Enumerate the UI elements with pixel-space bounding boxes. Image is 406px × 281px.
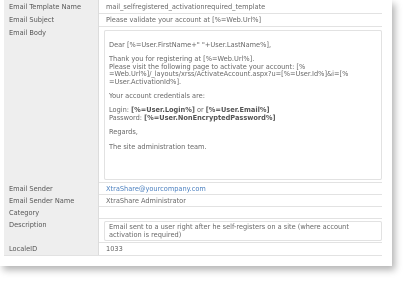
sender-email-link[interactable]: XtraShare@yourcompany.com	[103, 182, 382, 194]
template-name-value: mail_selfregistered_activationrequired_t…	[106, 3, 266, 11]
locale-value: 1033	[106, 245, 123, 253]
email-body-box: Dear [%=User.FirstName+" "+User.LastName…	[104, 30, 382, 180]
description-box: Email sent to a user right after he self…	[104, 221, 382, 241]
locale-row: LocaleID 1033	[4, 242, 382, 256]
subject-row: Email Subject Please validate your accou…	[4, 13, 382, 27]
body-regards: Regards,	[109, 128, 138, 137]
template-name-row: Email Template Name mail_selfregistered_…	[4, 0, 382, 14]
email-template-card: Email Template Name mail_selfregistered_…	[0, 0, 392, 266]
category-label: Category	[4, 206, 99, 218]
body-credentials: Your account credentials are:	[109, 92, 205, 101]
body-signature: The site administration team.	[109, 142, 207, 151]
locale-label: LocaleID	[4, 242, 99, 255]
template-name-label: Email Template Name	[4, 0, 99, 13]
body-label: Email Body	[4, 26, 99, 182]
description-label: Description	[4, 218, 99, 242]
category-value	[103, 206, 382, 218]
sender-label: Email Sender	[4, 182, 99, 194]
sender-name-label: Email Sender Name	[4, 194, 99, 206]
password-prefix: Password:	[109, 113, 145, 122]
subject-label: Email Subject	[4, 13, 99, 26]
body-visit-line-3: =User.ActivationId%].	[109, 77, 182, 86]
password-placeholder: [%=User.NonEncryptedPassword%]	[144, 113, 276, 122]
subject-value: Please validate your account at [%=Web.U…	[106, 16, 262, 24]
body-greeting: Dear [%=User.FirstName+" "+User.LastName…	[109, 41, 272, 49]
body-password-line: Password: [%=User.NonEncryptedPassword%]	[109, 113, 377, 122]
sender-name-value: XtraShare Administrator	[106, 197, 186, 205]
